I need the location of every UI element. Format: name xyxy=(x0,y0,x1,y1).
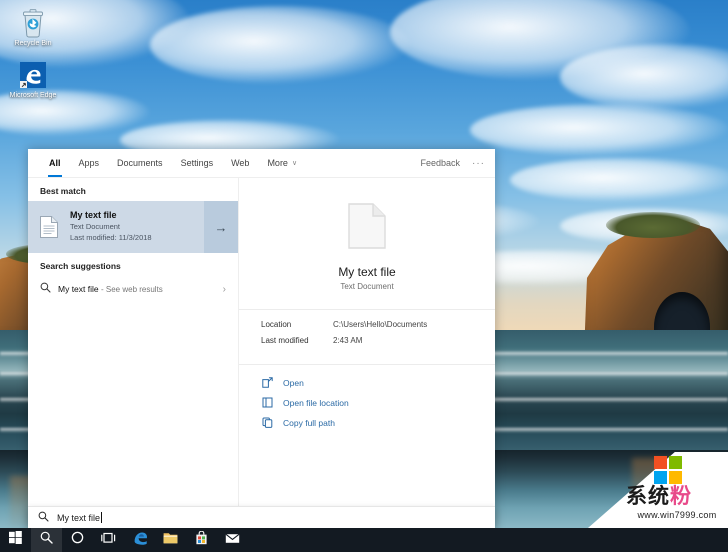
open-file-location-action[interactable]: Open file location xyxy=(261,397,473,408)
text-document-icon xyxy=(28,215,70,239)
metadata-key: Last modified xyxy=(261,336,309,345)
best-match-last-modified: Last modified: 11/3/2018 xyxy=(70,232,152,242)
best-match-result-row[interactable]: My text file Text Document Last modified… xyxy=(28,201,238,253)
file-preview-pane: My text file Text Document Location C:\U… xyxy=(239,178,495,528)
cloud xyxy=(510,158,728,202)
windows-logo-icon xyxy=(9,531,22,549)
metadata-row-location: Location C:\Users\Hello\Documents xyxy=(261,320,473,329)
recycle-bin-icon xyxy=(4,6,62,40)
start-button[interactable] xyxy=(0,528,31,552)
edge-icon xyxy=(132,530,147,550)
edge-button[interactable] xyxy=(124,528,155,552)
chevron-right-icon: › xyxy=(222,283,226,295)
feedback-button[interactable]: Feedback xyxy=(420,158,460,168)
search-icon xyxy=(38,509,49,527)
microsoft-store-button[interactable] xyxy=(186,528,217,552)
metadata-value: C:\Users\Hello\Documents xyxy=(333,320,428,329)
folder-icon xyxy=(163,531,178,549)
task-view-icon xyxy=(101,531,116,549)
search-input[interactable]: My text file xyxy=(57,511,103,523)
preview-hero: My text file Text Document xyxy=(239,178,495,309)
store-bag-icon xyxy=(195,530,208,550)
action-label: Open file location xyxy=(283,397,349,408)
search-suggestions-heading: Search suggestions xyxy=(40,261,121,271)
tab-label: More xyxy=(267,158,288,168)
tab-label: Web xyxy=(231,158,250,168)
rock-vegetation xyxy=(606,212,700,238)
tab-label: All xyxy=(49,158,61,168)
suggestion-text: My text file - See web results xyxy=(58,284,223,294)
best-match-heading: Best match xyxy=(40,186,86,196)
tab-documents[interactable]: Documents xyxy=(108,149,172,177)
action-label: Open xyxy=(283,377,304,388)
chevron-down-icon: ∨ xyxy=(291,160,298,167)
tab-web[interactable]: Web xyxy=(222,149,258,177)
best-match-title: My text file xyxy=(70,210,117,221)
search-results-column[interactable]: Best match My text file Text Document La… xyxy=(28,178,239,528)
desktop-icon-label: Recycle Bin xyxy=(14,40,52,47)
copy-icon xyxy=(261,417,274,428)
tabbar-spacer xyxy=(306,149,420,177)
cloud xyxy=(150,6,410,84)
preview-file-type: Text Document xyxy=(340,282,394,291)
cloud xyxy=(470,104,728,156)
search-icon xyxy=(40,531,53,549)
open-action[interactable]: Open xyxy=(261,377,473,388)
text-document-icon xyxy=(347,202,387,255)
best-match-type: Text Document xyxy=(70,221,121,231)
arrow-right-icon: → xyxy=(214,219,228,235)
tab-more[interactable]: More ∨ xyxy=(258,149,306,177)
metadata-value: 2:43 AM xyxy=(333,336,363,345)
expand-result-arrow-button[interactable]: → xyxy=(204,201,238,253)
search-input-bar[interactable]: My text file xyxy=(28,506,495,528)
search-suggestion-item[interactable]: My text file - See web results › xyxy=(28,276,238,302)
tab-settings[interactable]: Settings xyxy=(172,149,223,177)
search-tabs[interactable]: All Apps Documents Settings Web More ∨ F… xyxy=(28,149,495,178)
mail-button[interactable] xyxy=(217,528,248,552)
suggestion-hint: - See web results xyxy=(101,285,163,294)
tab-apps[interactable]: Apps xyxy=(70,149,109,177)
open-icon xyxy=(261,377,274,388)
mail-envelope-icon xyxy=(225,531,240,549)
taskbar[interactable] xyxy=(0,528,728,552)
folder-open-icon xyxy=(261,397,274,408)
copy-full-path-action[interactable]: Copy full path xyxy=(261,417,473,428)
tabbar-actions[interactable]: Feedback ··· xyxy=(420,149,495,177)
rock-reflection xyxy=(632,458,702,528)
search-icon xyxy=(40,280,58,298)
action-label: Copy full path xyxy=(283,417,335,428)
tab-all[interactable]: All xyxy=(40,149,70,177)
suggestion-query: My text file xyxy=(58,284,99,294)
tab-label: Documents xyxy=(117,158,163,168)
cortana-circle-icon xyxy=(71,531,84,549)
best-match-text: My text file Text Document Last modified… xyxy=(70,210,204,243)
overflow-menu-icon[interactable]: ··· xyxy=(472,158,485,169)
preview-actions[interactable]: Open Open file location Copy full path xyxy=(239,364,495,449)
task-view-button[interactable] xyxy=(93,528,124,552)
desktop-icon-microsoft-edge[interactable]: Microsoft Edge xyxy=(4,58,62,101)
preview-file-name: My text file xyxy=(338,265,396,279)
tab-label: Apps xyxy=(78,158,100,168)
windows-search-panel[interactable]: All Apps Documents Settings Web More ∨ F… xyxy=(28,149,495,528)
file-explorer-button[interactable] xyxy=(155,528,186,552)
desktop-icon-label: Microsoft Edge xyxy=(9,92,57,99)
cortana-button[interactable] xyxy=(62,528,93,552)
metadata-key: Location xyxy=(261,320,292,329)
search-button[interactable] xyxy=(31,528,62,552)
tab-label: Settings xyxy=(180,158,214,168)
metadata-row-last-modified: Last modified 2:43 AM xyxy=(261,336,473,345)
search-panel-body: Best match My text file Text Document La… xyxy=(28,178,495,528)
edge-icon xyxy=(4,58,62,92)
preview-metadata: Location C:\Users\Hello\Documents Last m… xyxy=(239,309,495,364)
desktop-icon-recycle-bin[interactable]: Recycle Bin xyxy=(4,6,62,49)
